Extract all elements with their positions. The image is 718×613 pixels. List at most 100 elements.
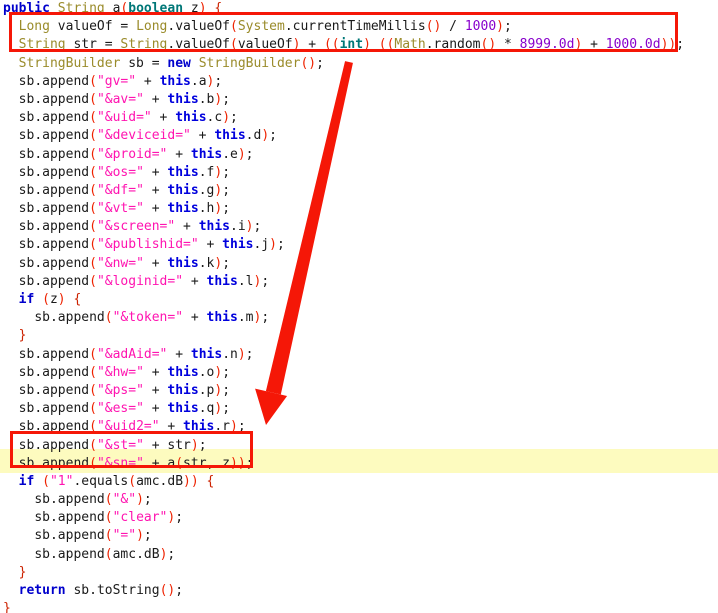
- code-line: sb.append("&es=" + this.q);: [0, 400, 718, 418]
- code-token-plain: /: [441, 19, 465, 35]
- code-token-plain: .f: [198, 164, 215, 180]
- code-token-plain: sb: [18, 219, 35, 235]
- code-token-this: this: [190, 346, 223, 362]
- code-token-plain: str, z: [183, 455, 231, 471]
- code-token-plain: .: [34, 128, 43, 144]
- code-token-punc: (: [128, 473, 137, 489]
- code-token-plain: ;: [167, 546, 176, 562]
- code-token-plain: .l: [237, 273, 254, 289]
- code-token-str: "&df=": [96, 182, 144, 198]
- code-token-plain: ;: [245, 146, 254, 162]
- code-token-plain: .: [49, 510, 58, 526]
- code-token-plain: ;: [222, 182, 231, 198]
- code-token-plain: .: [34, 237, 43, 253]
- code-token-plain: amc.dB: [136, 473, 184, 489]
- code-token-punc: (: [104, 310, 113, 326]
- code-token-plain: str: [167, 437, 191, 453]
- code-token-brace: }: [18, 328, 27, 344]
- code-token-type: String: [18, 37, 66, 53]
- code-line: sb.append("gv=" + this.a);: [0, 73, 718, 91]
- code-token-punc: (: [42, 292, 50, 307]
- code-token-plain: equals: [81, 473, 129, 489]
- code-token-plain: +: [143, 255, 168, 271]
- code-token-plain: sb: [18, 255, 35, 271]
- code-token-str: "gv=": [96, 73, 137, 89]
- code-token-num: 1000.0d: [605, 37, 661, 53]
- code-token-plain: .h: [198, 201, 215, 217]
- code-token-punc: (: [104, 510, 113, 526]
- code-token-plain: sb: [18, 364, 35, 380]
- code-token-plain: sb: [18, 455, 35, 471]
- code-token-plain: ;: [175, 510, 184, 526]
- code-token-punc: ): [496, 19, 504, 35]
- code-token-plain: .q: [198, 401, 215, 417]
- code-token-plain: +: [143, 364, 168, 380]
- code-line: sb.append("&vt=" + this.h);: [0, 200, 718, 218]
- code-token-plain: +: [159, 419, 184, 435]
- code-line: sb.append(amc.dB);: [0, 546, 718, 564]
- code-token-plain: =: [143, 55, 168, 71]
- code-token-plain: *: [496, 37, 520, 53]
- code-token-plain: append: [42, 364, 90, 380]
- code-token-plain: sb: [18, 346, 35, 362]
- code-token-plain: sb: [34, 528, 50, 544]
- code-token-str: "&publishid=": [96, 237, 199, 253]
- code-token-plain: ;: [222, 164, 231, 180]
- code-token-plain: .: [34, 255, 43, 271]
- code-token-plain: +: [136, 73, 160, 89]
- code-token-plain: .g: [198, 182, 215, 198]
- code-token-plain: ;: [143, 492, 152, 508]
- code-token-punc: ): [136, 528, 144, 544]
- code-token-str: "&os=": [96, 164, 144, 180]
- code-token-punc: ): [261, 128, 270, 144]
- code-token-plain: sb: [18, 419, 35, 435]
- code-token-plain: sb: [18, 437, 35, 453]
- code-token-punc: (: [89, 255, 97, 271]
- code-token-punc: (: [89, 219, 97, 235]
- code-line: }: [0, 600, 718, 613]
- code-line: sb.append("&publishid=" + this.j);: [0, 236, 718, 254]
- code-token-this: this: [167, 364, 199, 380]
- code-token-plain: .: [284, 19, 293, 35]
- code-token-plain: .: [34, 110, 43, 126]
- code-token-plain: append: [42, 73, 90, 89]
- code-token-brace: }: [18, 564, 27, 580]
- code-line: sb.append("&uid2=" + this.r);: [0, 418, 718, 436]
- code-token-plain: +: [143, 182, 168, 198]
- code-token-plain: .p: [198, 382, 215, 398]
- code-token-kw: return: [18, 583, 66, 598]
- code-token-plain: sb: [73, 583, 90, 598]
- code-token-plain: .m: [237, 310, 254, 326]
- code-token-plain: .: [34, 455, 43, 471]
- code-token-plain: ;: [276, 237, 285, 253]
- code-token-plain: random: [433, 37, 481, 53]
- code-token-punc: (: [89, 201, 97, 217]
- code-token-plain: ;: [503, 19, 512, 35]
- code-token-kw: public: [3, 1, 50, 16]
- code-token-punc: (: [230, 37, 238, 53]
- code-token-plain: append: [42, 201, 90, 217]
- code-line: sb.append("&adAid=" + this.n);: [0, 346, 718, 364]
- code-token-plain: ;: [253, 219, 262, 235]
- code-token-plain: .: [34, 382, 43, 398]
- code-token-plain: append: [42, 182, 90, 198]
- code-token-punc: ): [214, 164, 223, 180]
- code-token-plain: ;: [222, 201, 231, 217]
- code-token-plain: append: [42, 128, 90, 144]
- code-token-punc: ): [214, 201, 223, 217]
- code-token-plain: .: [49, 492, 58, 508]
- code-token-str: "&ps=": [96, 382, 144, 398]
- code-token-plain: valueOf: [175, 19, 231, 35]
- code-token-punc: ): [214, 255, 223, 271]
- code-token-kw: if: [18, 473, 35, 489]
- code-token-prim: int: [339, 37, 364, 53]
